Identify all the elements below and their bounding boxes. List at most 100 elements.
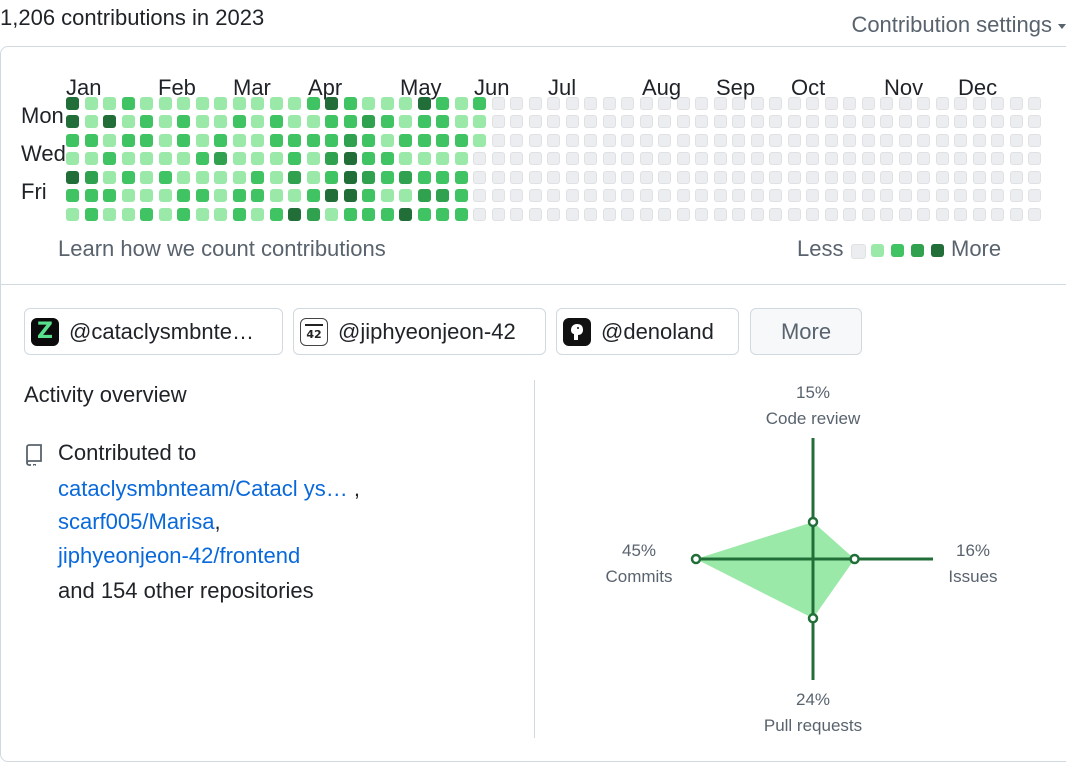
contribution-day-cell[interactable] [140, 152, 153, 165]
contribution-day-cell[interactable] [640, 208, 653, 221]
contribution-day-cell[interactable] [251, 97, 264, 110]
contribution-day-cell[interactable] [270, 208, 283, 221]
contribution-day-cell[interactable] [732, 208, 745, 221]
contribution-day-cell[interactable] [436, 152, 449, 165]
contribution-day-cell[interactable] [658, 115, 671, 128]
contribution-day-cell[interactable] [769, 115, 782, 128]
contribution-day-cell[interactable] [1010, 115, 1023, 128]
contribution-day-cell[interactable] [973, 134, 986, 147]
contribution-day-cell[interactable] [122, 97, 135, 110]
contribution-day-cell[interactable] [251, 171, 264, 184]
contribution-day-cell[interactable] [547, 134, 560, 147]
contribution-day-cell[interactable] [751, 189, 764, 202]
repo-link[interactable]: scarf005/Marisa [58, 509, 215, 534]
contribution-day-cell[interactable] [159, 171, 172, 184]
contribution-day-cell[interactable] [862, 171, 875, 184]
contribution-day-cell[interactable] [233, 208, 246, 221]
contribution-day-cell[interactable] [122, 189, 135, 202]
contribution-day-cell[interactable] [362, 189, 375, 202]
contribution-day-cell[interactable] [233, 134, 246, 147]
contribution-day-cell[interactable] [159, 189, 172, 202]
contribution-day-cell[interactable] [788, 171, 801, 184]
contribution-day-cell[interactable] [547, 189, 560, 202]
contribution-day-cell[interactable] [159, 115, 172, 128]
contribution-day-cell[interactable] [510, 189, 523, 202]
contribution-day-cell[interactable] [1010, 189, 1023, 202]
contribution-day-cell[interactable] [714, 152, 727, 165]
contribution-day-cell[interactable] [899, 115, 912, 128]
contribution-day-cell[interactable] [843, 97, 856, 110]
contribution-day-cell[interactable] [436, 208, 449, 221]
contribution-day-cell[interactable] [529, 97, 542, 110]
more-orgs-button[interactable]: More [750, 308, 862, 355]
contribution-day-cell[interactable] [566, 189, 579, 202]
contribution-day-cell[interactable] [455, 208, 468, 221]
contribution-day-cell[interactable] [473, 115, 486, 128]
contribution-day-cell[interactable] [825, 134, 838, 147]
contribution-day-cell[interactable] [270, 189, 283, 202]
contribution-day-cell[interactable] [529, 189, 542, 202]
contribution-day-cell[interactable] [251, 152, 264, 165]
contribution-day-cell[interactable] [381, 189, 394, 202]
contribution-day-cell[interactable] [177, 134, 190, 147]
contribution-day-cell[interactable] [547, 97, 560, 110]
contribution-day-cell[interactable] [843, 171, 856, 184]
contribution-day-cell[interactable] [307, 152, 320, 165]
contribution-day-cell[interactable] [1010, 152, 1023, 165]
contribution-day-cell[interactable] [492, 152, 505, 165]
contribution-day-cell[interactable] [584, 97, 597, 110]
contribution-day-cell[interactable] [177, 208, 190, 221]
contribution-day-cell[interactable] [843, 208, 856, 221]
contribution-day-cell[interactable] [214, 134, 227, 147]
contribution-day-cell[interactable] [214, 115, 227, 128]
contribution-day-cell[interactable] [843, 152, 856, 165]
contribution-day-cell[interactable] [658, 189, 671, 202]
contribution-day-cell[interactable] [825, 152, 838, 165]
contribution-day-cell[interactable] [399, 152, 412, 165]
contribution-day-cell[interactable] [103, 134, 116, 147]
contribution-day-cell[interactable] [492, 189, 505, 202]
contribution-day-cell[interactable] [603, 97, 616, 110]
contribution-day-cell[interactable] [751, 115, 764, 128]
contribution-day-cell[interactable] [492, 134, 505, 147]
contribution-day-cell[interactable] [640, 115, 653, 128]
contribution-day-cell[interactable] [621, 171, 634, 184]
contribution-day-cell[interactable] [862, 208, 875, 221]
contribution-day-cell[interactable] [991, 134, 1004, 147]
contribution-day-cell[interactable] [140, 115, 153, 128]
contribution-day-cell[interactable] [862, 115, 875, 128]
contribution-day-cell[interactable] [603, 152, 616, 165]
contribution-day-cell[interactable] [732, 115, 745, 128]
contribution-day-cell[interactable] [492, 115, 505, 128]
contribution-day-cell[interactable] [936, 208, 949, 221]
contribution-day-cell[interactable] [233, 152, 246, 165]
contribution-day-cell[interactable] [843, 134, 856, 147]
contribution-day-cell[interactable] [880, 208, 893, 221]
org-filter-jiphyeonjeon-42[interactable]: 42 @jiphyeonjeon-42 [293, 308, 546, 355]
contribution-day-cell[interactable] [381, 152, 394, 165]
contribution-day-cell[interactable] [806, 152, 819, 165]
contribution-day-cell[interactable] [103, 115, 116, 128]
contribution-day-cell[interactable] [214, 97, 227, 110]
contribution-day-cell[interactable] [621, 97, 634, 110]
contribution-day-cell[interactable] [196, 152, 209, 165]
contribution-day-cell[interactable] [418, 189, 431, 202]
contribution-day-cell[interactable] [307, 171, 320, 184]
contribution-day-cell[interactable] [621, 208, 634, 221]
contribution-day-cell[interactable] [529, 171, 542, 184]
contribution-day-cell[interactable] [510, 152, 523, 165]
contribution-day-cell[interactable] [399, 97, 412, 110]
contribution-day-cell[interactable] [492, 97, 505, 110]
contribution-day-cell[interactable] [510, 208, 523, 221]
contribution-day-cell[interactable] [418, 134, 431, 147]
contribution-day-cell[interactable] [566, 152, 579, 165]
contribution-day-cell[interactable] [288, 189, 301, 202]
contribution-day-cell[interactable] [991, 152, 1004, 165]
contribution-day-cell[interactable] [584, 171, 597, 184]
contribution-day-cell[interactable] [714, 97, 727, 110]
contribution-day-cell[interactable] [547, 115, 560, 128]
contribution-day-cell[interactable] [917, 115, 930, 128]
contribution-day-cell[interactable] [954, 115, 967, 128]
contribution-day-cell[interactable] [66, 152, 79, 165]
contribution-day-cell[interactable] [177, 115, 190, 128]
